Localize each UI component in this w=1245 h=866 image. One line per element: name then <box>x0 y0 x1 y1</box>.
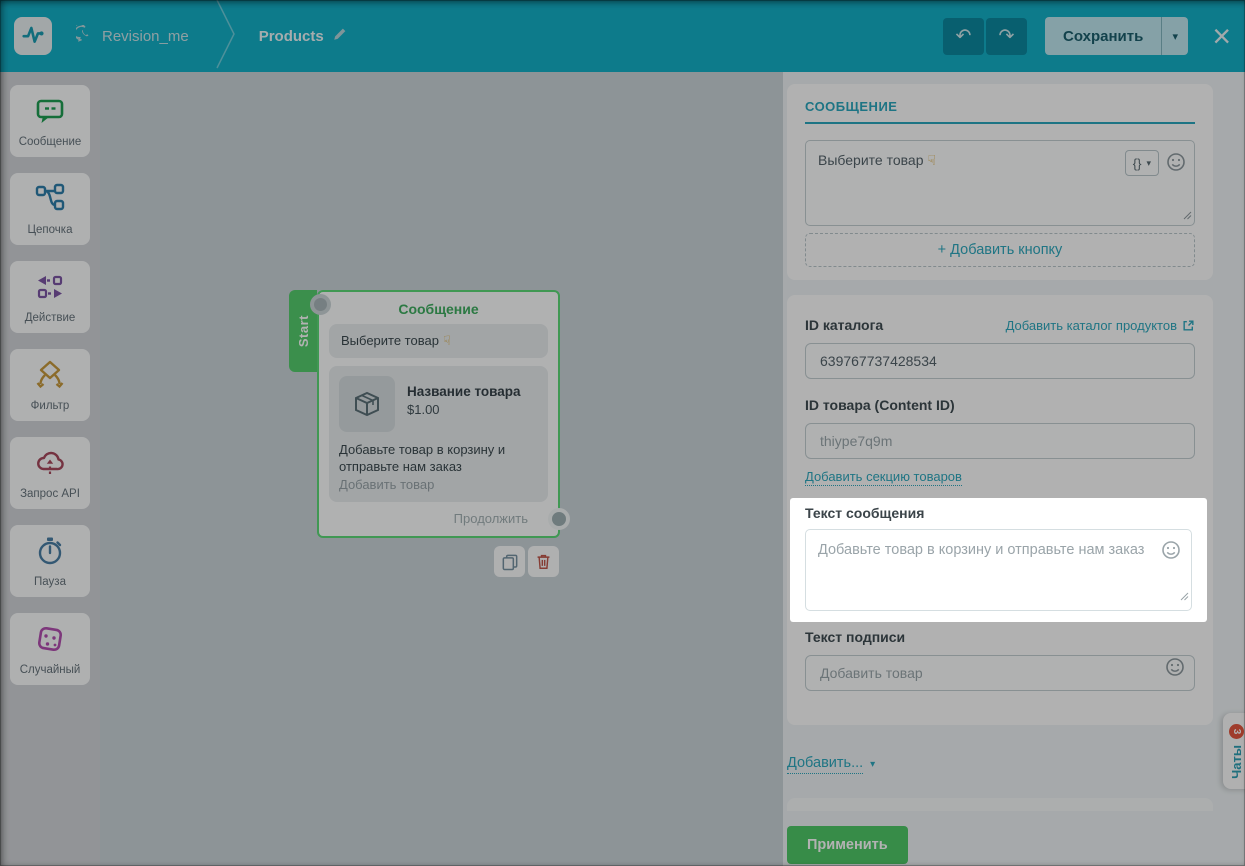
tool-label: Фильтр <box>30 399 70 412</box>
message-icon <box>34 95 66 132</box>
save-button[interactable]: Сохранить <box>1044 17 1162 55</box>
product-settings-card: ID каталога Добавить каталог продуктов I… <box>787 295 1213 725</box>
product-name: Название товара <box>407 384 521 399</box>
add-more-dropdown[interactable]: Добавить... ▾ <box>787 755 875 774</box>
message-text-field[interactable]: Добавьте товар в корзину и отправьте нам… <box>805 529 1192 611</box>
emoji-button[interactable] <box>1166 152 1186 175</box>
tool-label: Цепочка <box>27 223 73 236</box>
flow-canvas[interactable]: Start Сообщение Выберите товар ☟ Названи… <box>100 72 783 866</box>
variables-button[interactable]: {} ▾ <box>1124 150 1159 176</box>
node-wrapper: Start Сообщение Выберите товар ☟ Названи… <box>289 290 570 577</box>
content-id-input[interactable] <box>805 423 1195 459</box>
chain-icon <box>34 183 66 220</box>
node-product-card: Название товара $1.00 Добавьте товар в к… <box>329 366 548 502</box>
node-title: Сообщение <box>398 301 479 317</box>
tool-label: Пауза <box>34 575 66 588</box>
undo-button[interactable]: ↶ <box>942 17 984 55</box>
product-add-label: Добавить товар <box>339 477 435 492</box>
tool-action[interactable]: Действие <box>10 261 90 333</box>
filter-icon <box>34 359 66 396</box>
add-more-label: Добавить... <box>787 755 864 774</box>
catalog-id-input[interactable] <box>805 343 1195 379</box>
content-id-label: ID товара (Content ID) <box>805 397 955 413</box>
tool-label: Действие <box>24 311 76 324</box>
redo-button[interactable]: ↷ <box>985 17 1027 55</box>
tool-label: Запрос API <box>20 487 80 500</box>
add-catalog-link-text: Добавить каталог продуктов <box>1005 318 1177 333</box>
chats-tab[interactable]: 3 Чаты <box>1223 713 1245 789</box>
resize-grip-icon[interactable] <box>1180 587 1189 608</box>
tool-api-request[interactable]: Запрос API <box>10 437 90 509</box>
continue-row: Продолжить <box>329 507 570 530</box>
hand-down-icon: ☟ <box>927 152 937 168</box>
app-header: Revision_me Products ↶ ↷ Сохранить ▾ × <box>0 0 1245 72</box>
output-connector[interactable] <box>548 507 570 530</box>
start-label: Start <box>295 314 311 348</box>
caret-down-icon: ▾ <box>870 759 876 770</box>
tool-message[interactable]: Сообщение <box>10 85 90 157</box>
message-bubble-input[interactable]: Выберите товар ☟ {} ▾ <box>805 140 1195 226</box>
page-title: Products <box>258 27 324 45</box>
message-text-value: Добавьте товар в корзину и отправьте нам… <box>818 542 1145 558</box>
message-text-section: Текст сообщения Добавьте товар в корзину… <box>790 498 1207 622</box>
duplicate-node-button[interactable] <box>494 546 525 577</box>
node-message-text: Выберите товар <box>341 333 439 348</box>
caret-down-icon: ▾ <box>1146 157 1151 168</box>
emoji-button[interactable] <box>1165 657 1185 682</box>
close-button[interactable]: × <box>1212 20 1231 52</box>
add-button-button[interactable]: + Добавить кнопку <box>805 233 1195 267</box>
action-icon <box>34 271 66 308</box>
panel-section-title: СООБЩЕНИЕ <box>805 93 1195 124</box>
whatsapp-icon <box>71 23 94 48</box>
tool-label: Случайный <box>19 663 81 676</box>
pulse-icon <box>21 22 45 51</box>
resize-grip-icon[interactable] <box>1183 207 1192 223</box>
edit-title-icon[interactable] <box>332 27 347 46</box>
panel-footer-strip <box>787 798 1213 811</box>
chats-badge: 3 <box>1228 723 1244 739</box>
tool-random[interactable]: Случайный <box>10 613 90 685</box>
add-products-section-link[interactable]: Добавить секцию товаров <box>805 469 962 486</box>
product-description: Добавьте товар в корзину и отправьте нам… <box>339 442 506 474</box>
save-button-group: Сохранить ▾ <box>1044 17 1189 55</box>
caption-label: Текст подписи <box>805 629 906 645</box>
hand-down-icon: ☟ <box>442 333 451 348</box>
delete-node-button[interactable] <box>528 546 559 577</box>
breadcrumb-page: Products <box>259 27 347 46</box>
product-price: $1.00 <box>407 402 440 417</box>
emoji-button[interactable] <box>1161 540 1181 567</box>
pause-icon <box>34 535 66 572</box>
input-connector[interactable] <box>310 294 331 315</box>
toolbox-sidebar: Сообщение Цепочка Действие Фильтр Запрос… <box>0 72 100 866</box>
apply-button[interactable]: Применить <box>787 826 908 864</box>
chats-tab-label: Чаты <box>1228 744 1244 779</box>
package-icon <box>339 376 395 432</box>
breadcrumb-workspace[interactable]: Revision_me <box>71 23 189 48</box>
flow-builder-app: Revision_me Products ↶ ↷ Сохранить ▾ × С… <box>0 0 1245 866</box>
add-catalog-link[interactable]: Добавить каталог продуктов <box>1006 318 1195 333</box>
tool-label: Сообщение <box>18 135 82 148</box>
message-node[interactable]: Сообщение Выберите товар ☟ Название товар… <box>310 290 570 538</box>
message-bubble-value: Выберите товар <box>818 152 924 168</box>
catalog-id-label: ID каталога <box>805 317 884 333</box>
node-message-bubble: Выберите товар ☟ <box>329 324 548 358</box>
workspace-name: Revision_me <box>102 27 189 45</box>
tool-filter[interactable]: Фильтр <box>10 349 90 421</box>
save-dropdown-button[interactable]: ▾ <box>1161 17 1189 55</box>
tool-chain[interactable]: Цепочка <box>10 173 90 245</box>
message-text-label: Текст сообщения <box>805 505 925 521</box>
message-section-card: СООБЩЕНИЕ Выберите товар ☟ {} ▾ + Добави… <box>787 84 1213 280</box>
api-request-icon <box>34 447 66 484</box>
external-link-icon <box>1183 320 1194 331</box>
caption-input[interactable] <box>805 655 1195 691</box>
random-icon <box>34 623 66 660</box>
tool-pause[interactable]: Пауза <box>10 525 90 597</box>
variables-glyph: {} <box>1132 155 1142 171</box>
breadcrumb-separator <box>215 0 239 75</box>
node-actions <box>494 546 559 577</box>
continue-label: Продолжить <box>453 511 528 526</box>
settings-panel: СООБЩЕНИЕ Выберите товар ☟ {} ▾ + Добави… <box>783 72 1245 866</box>
app-logo[interactable] <box>14 17 52 55</box>
